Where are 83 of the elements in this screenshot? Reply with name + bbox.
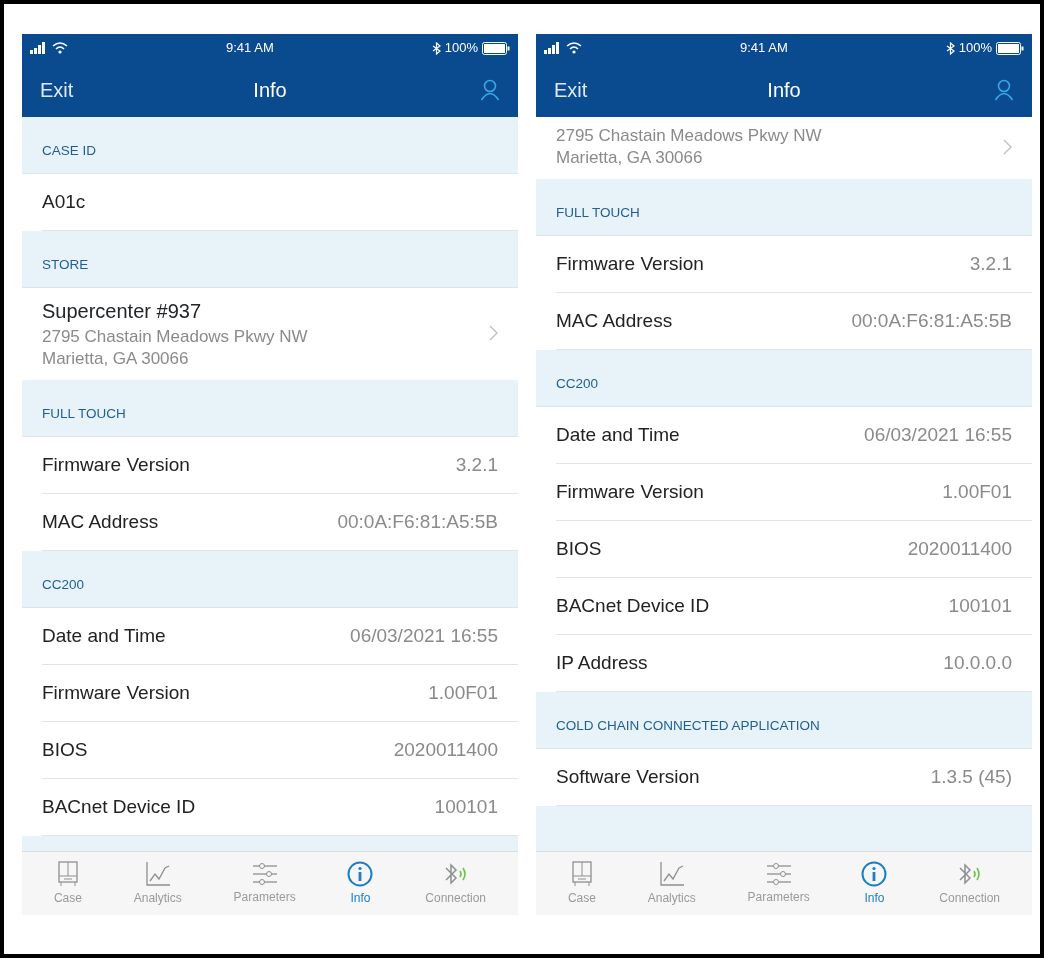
row-value: 00:0A:F6:81:A5:5B [337, 509, 498, 534]
refrigerator-icon [56, 860, 79, 887]
exit-link[interactable]: Exit [40, 74, 74, 105]
chevron-icon [1003, 139, 1012, 156]
row-value: 00:0A:F6:81:A5:5B [851, 308, 1012, 333]
store-name: Supercenter #937 [42, 299, 202, 324]
tab-button[interactable]: Info [341, 858, 380, 909]
row-value: 100101 [948, 593, 1012, 618]
row-label: Software Version [556, 764, 700, 789]
status-time: 9:41 AM [226, 39, 274, 58]
row-label: Date and Time [42, 623, 166, 648]
row-value: 06/03/2021 16:55 [350, 623, 498, 648]
signal-icon [30, 42, 48, 54]
row-value: 2020011400 [393, 737, 498, 762]
row-label: BIOS [556, 536, 602, 561]
row-value: 3.2.1 [969, 251, 1012, 276]
profile-button[interactable] [480, 78, 500, 101]
section-header: COLD CHAIN CONNECTED APPLICATION [536, 692, 1032, 750]
line-chart-icon [144, 860, 171, 887]
row-value: 1.00F01 [428, 680, 498, 705]
address-line: 2795 Chastain Meadows Pkwy NW [42, 326, 308, 348]
chevron-icon [489, 325, 498, 342]
address-line: Marietta, GA 30066 [42, 348, 190, 371]
row-value: 2020011400 [907, 536, 1012, 561]
row-label: BACnet Device ID [42, 794, 196, 819]
bluetooth-icon [431, 41, 441, 55]
section-header: CC200 [536, 350, 1032, 408]
row-value: 3.2.1 [455, 452, 498, 477]
tab-button[interactable]: Analytics [127, 858, 188, 909]
screen-title: Info [767, 77, 801, 103]
tab-button[interactable]: Case [47, 858, 88, 909]
status-time: 9:41 AM [740, 39, 788, 58]
line-chart-icon [658, 860, 685, 887]
row-label: IP Address [556, 650, 648, 675]
profile-button[interactable] [994, 78, 1014, 101]
screen-title: Info [253, 77, 287, 103]
tab-button[interactable]: Connection [933, 858, 1006, 909]
store-row[interactable]: 2795 Chastain Meadows Pkwy NW Marietta, GA 30066 [536, 117, 1032, 180]
address-line: 2795 Chastain Meadows Pkwy NW [556, 125, 822, 147]
row-label: Firmware Version [42, 680, 190, 705]
tab-button[interactable]: Connection [419, 858, 492, 909]
exit-link[interactable]: Exit [554, 74, 588, 105]
tab-button[interactable]: Parameters [227, 859, 302, 908]
section-header: FULL TOUCH [536, 179, 1032, 237]
row-label: Firmware Version [556, 251, 704, 276]
info-icon [861, 860, 888, 887]
section-header: STORE [22, 231, 518, 288]
store-row[interactable]: Supercenter #937 2795 Chastain Meadows Pkwy NW Marietta, GA 30066 [22, 288, 518, 381]
row-label: BACnet Device ID [556, 593, 710, 618]
battery-icon [996, 41, 1024, 55]
row-label: Firmware Version [556, 479, 704, 504]
wifi-icon [566, 42, 582, 54]
row-value: A01c [42, 189, 86, 214]
refrigerator-icon [570, 860, 593, 887]
battery-percent: 100% [444, 39, 478, 58]
row-label: MAC Address [42, 509, 159, 534]
row-value: 1.00F01 [942, 479, 1012, 504]
tab-button[interactable]: Case [561, 858, 602, 909]
wifi-icon [52, 42, 68, 54]
row-label: MAC Address [556, 308, 673, 333]
tab-button[interactable]: Analytics [641, 858, 702, 909]
bluetooth-icon [945, 41, 955, 55]
battery-icon [482, 41, 510, 55]
row-label: Date and Time [556, 422, 680, 447]
row-label: Firmware Version [42, 452, 190, 477]
signal-icon [544, 42, 562, 54]
section-header: FULL TOUCH [22, 380, 518, 438]
tab-button[interactable]: Parameters [741, 859, 816, 908]
person-icon [480, 78, 500, 101]
battery-percent: 100% [958, 39, 992, 58]
section-header: CASE ID [22, 117, 518, 174]
person-icon [994, 78, 1014, 101]
row-label: BIOS [42, 737, 88, 762]
sliders-icon [764, 861, 793, 886]
info-icon [347, 860, 374, 887]
row-value: 06/03/2021 16:55 [864, 422, 1012, 447]
sliders-icon [250, 861, 279, 886]
tab-button[interactable]: Info [855, 858, 894, 909]
row-value: 100101 [434, 794, 498, 819]
section-header: CC200 [22, 551, 518, 609]
row-value: 1.3.5 (45) [930, 764, 1012, 789]
address-line: Marietta, GA 30066 [556, 147, 704, 170]
row-value: 10.0.0.0 [943, 650, 1012, 675]
